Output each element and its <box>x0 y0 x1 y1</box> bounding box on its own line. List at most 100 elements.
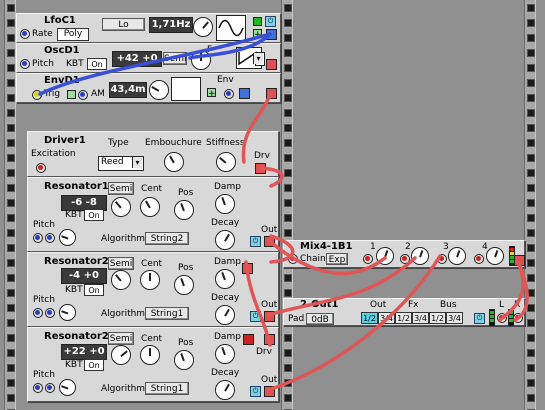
resonator2-pitch-knob[interactable] <box>59 304 76 321</box>
mixer-chain-button[interactable]: Exp <box>326 253 348 265</box>
resonator3-cent-knob[interactable] <box>140 345 160 365</box>
resonator1-decay-knob[interactable] <box>215 230 235 250</box>
mixer-input-jack-2[interactable] <box>400 254 410 264</box>
resonator3-semi-button[interactable]: Semi <box>108 332 134 345</box>
env-input-jack[interactable] <box>224 89 234 99</box>
resonator1-cent-knob[interactable] <box>140 197 160 217</box>
resonator1-pitch-jack-a[interactable] <box>33 233 43 243</box>
osc-waveform-dropdown[interactable] <box>253 52 265 66</box>
env-gate-button[interactable] <box>67 90 76 99</box>
driver-output-port[interactable] <box>255 163 266 174</box>
resonator3-semi-knob[interactable] <box>111 345 131 365</box>
mixer-level-knob-1[interactable] <box>376 247 394 265</box>
excitation-input-jack[interactable] <box>36 163 46 173</box>
resonator1-pos-knob[interactable] <box>174 200 194 220</box>
env-output-port[interactable] <box>266 88 277 99</box>
resonator3-damp-knob[interactable] <box>215 344 235 364</box>
env-inv-output-port[interactable] <box>239 88 250 99</box>
embouchure-knob[interactable] <box>164 152 184 172</box>
resonator3-decay-knob[interactable] <box>215 380 235 400</box>
fx-option-12[interactable]: 1/2 <box>395 312 412 324</box>
resonator2-power-toggle[interactable]: ⏻ <box>250 311 261 322</box>
pitch-input-jack[interactable] <box>20 59 30 69</box>
resonator3-pitch-jack-b[interactable] <box>45 383 55 393</box>
env-mode-button[interactable]: + <box>207 88 216 99</box>
resonator1-semi-knob[interactable] <box>111 197 131 217</box>
resonator1-algorithm-button[interactable]: String2 <box>145 232 189 245</box>
mixer-level-knob-2[interactable] <box>411 247 429 265</box>
mixer-chain-input-jack[interactable] <box>288 254 298 264</box>
resonator1-output-port[interactable] <box>264 236 275 247</box>
resonator3-power-toggle[interactable]: ⏻ <box>250 386 261 397</box>
resonator2-algorithm-button[interactable]: String1 <box>145 307 189 320</box>
mixer-input-jack-4[interactable] <box>474 254 484 264</box>
lfo-range-button[interactable]: Lo <box>102 18 145 31</box>
mixer-level-knob-3[interactable] <box>448 247 466 265</box>
resonator1-semi-button[interactable]: Semi <box>108 182 134 195</box>
rate-input-jack[interactable] <box>20 29 30 39</box>
patch-canvas[interactable]: LfoC1 Rate Poly Lo 1,71Hz ⏻ + OscD1 Pitc… <box>0 0 545 410</box>
osc-fine-knob[interactable] <box>191 50 211 70</box>
out-option-12[interactable]: 1/2 <box>361 312 378 324</box>
lfo-rate-knob[interactable] <box>193 17 213 37</box>
lfo-sync-button[interactable]: + <box>253 29 262 40</box>
resonator1-pitch-jack-b[interactable] <box>45 233 55 243</box>
resonator2-pos-knob[interactable] <box>174 275 194 295</box>
lfo-module[interactable]: LfoC1 Rate Poly Lo 1,71Hz ⏻ + <box>16 13 281 43</box>
resonator3-algorithm-button[interactable]: String1 <box>145 382 189 395</box>
fx-option-34[interactable]: 3/4 <box>412 312 429 324</box>
out-option-34[interactable]: 3/4 <box>378 312 395 324</box>
resonator2-decay-knob[interactable] <box>215 305 235 325</box>
resonator3-pitch-jack-a[interactable] <box>33 383 43 393</box>
resonator3-kbt-toggle[interactable]: On <box>84 359 104 371</box>
env-module[interactable]: EnvD1 Trig AM 43,4m Env + <box>16 73 281 103</box>
resonator3-pos-knob[interactable] <box>174 350 194 370</box>
am-input-jack[interactable] <box>78 90 88 100</box>
mixer-input-jack-1[interactable] <box>363 254 373 264</box>
osc-module[interactable]: OscD1 Pitch KBT On +42 +0 Semi F <box>16 43 281 73</box>
mixer-level-knob-4[interactable] <box>486 247 504 265</box>
mixer-input-jack-3[interactable] <box>437 254 447 264</box>
resonator1-module[interactable]: Resonator1 Semi -6 -8 KBT On Cent Pos Pi… <box>27 177 279 252</box>
lfo-output-port[interactable] <box>266 29 277 40</box>
lfo-waveform-selector[interactable] <box>216 15 246 41</box>
resonator3-output-port[interactable] <box>264 386 275 397</box>
driver-type-select[interactable]: Reed <box>98 156 144 171</box>
mixer-module[interactable]: Mix4-1B1 Chain Exp 1 2 3 4 <box>283 240 525 268</box>
resonator2-pitch-jack-b[interactable] <box>45 308 55 318</box>
trig-input-jack[interactable] <box>32 90 42 100</box>
output-left-input-jack[interactable] <box>497 313 507 323</box>
pad-button[interactable]: 0dB <box>306 313 334 325</box>
mixer-output-port[interactable] <box>514 255 525 266</box>
stiffness-knob[interactable] <box>216 152 236 172</box>
resonator2-pitch-jack-a[interactable] <box>33 308 43 318</box>
resonator1-damp-knob[interactable] <box>215 194 235 214</box>
osc-output-port[interactable] <box>266 59 277 70</box>
resonator2-input-port[interactable] <box>242 263 253 274</box>
driver-module[interactable]: Driver1 Excitation Type Reed Embouchure … <box>27 131 279 177</box>
resonator3-pitch-knob[interactable] <box>59 379 76 396</box>
bus-option-12[interactable]: 1/2 <box>429 312 446 324</box>
lfo-power-toggle[interactable]: ⏻ <box>265 16 276 27</box>
output-module[interactable]: 2-Out1 Pad 0dB Out 1/2 3/4 Fx 1/2 3/4 Bu… <box>283 298 525 326</box>
resonator2-semi-knob[interactable] <box>111 270 131 290</box>
resonator2-damp-knob[interactable] <box>215 269 235 289</box>
bus-option-34[interactable]: 3/4 <box>446 312 463 324</box>
osc-kbt-toggle[interactable]: On <box>87 58 107 70</box>
resonator3-module[interactable]: Resonator2 Semi +22 +0 KBT On Cent Pos P… <box>27 327 279 402</box>
resonator1-kbt-toggle[interactable]: On <box>84 209 104 221</box>
resonator2-module[interactable]: Resonator2 Semi -4 +0 KBT On Cent Pos Pi… <box>27 252 279 327</box>
resonator2-kbt-toggle[interactable]: On <box>84 284 104 296</box>
resonator1-pitch-knob[interactable] <box>59 229 76 246</box>
resonator2-cent-knob[interactable] <box>140 270 160 290</box>
output-power-toggle[interactable]: ⏻ <box>474 313 485 324</box>
osc-semi-button[interactable]: Semi <box>163 52 187 65</box>
resonator3-drv-input-port[interactable] <box>243 334 254 345</box>
resonator2-semi-button[interactable]: Semi <box>108 257 134 270</box>
resonator3-drv-port[interactable] <box>264 334 275 345</box>
resonator1-power-toggle[interactable]: ⏻ <box>250 236 261 247</box>
output-right-input-jack[interactable] <box>513 313 523 323</box>
resonator2-output-port[interactable] <box>264 311 275 322</box>
env-time-knob[interactable] <box>149 80 169 100</box>
lfo-mode-button[interactable]: Poly <box>57 28 89 41</box>
